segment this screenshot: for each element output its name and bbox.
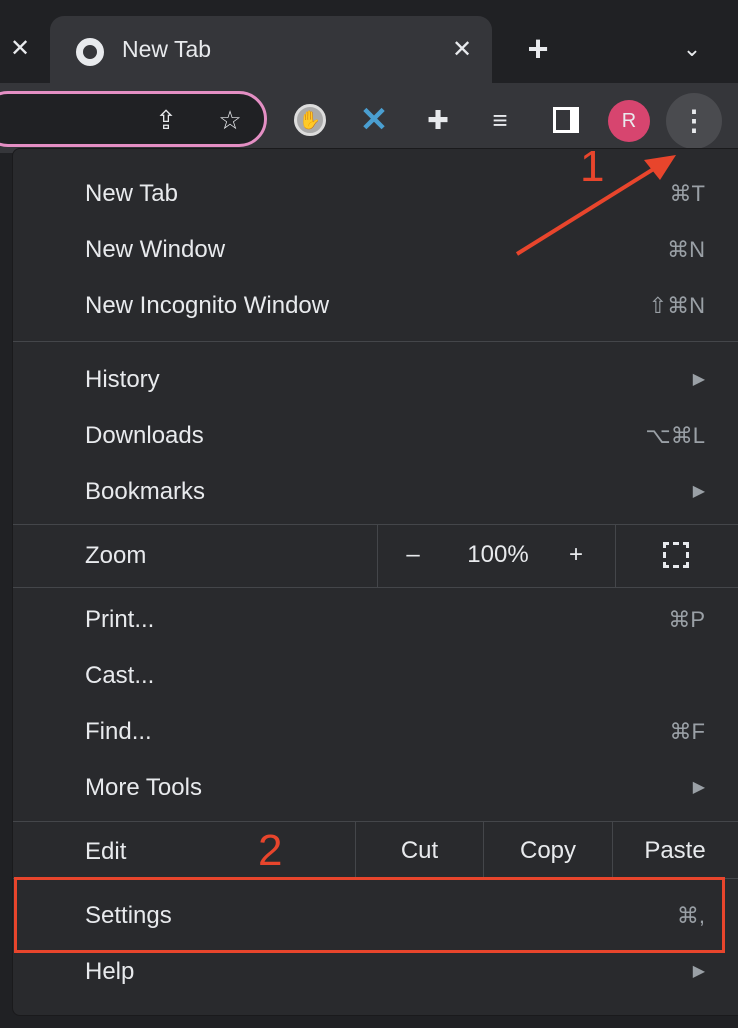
step-1-label: 1 xyxy=(580,142,605,191)
step-2-label: 2 xyxy=(258,826,283,875)
annotation-arrow xyxy=(515,155,676,256)
arrow-head xyxy=(644,155,676,180)
